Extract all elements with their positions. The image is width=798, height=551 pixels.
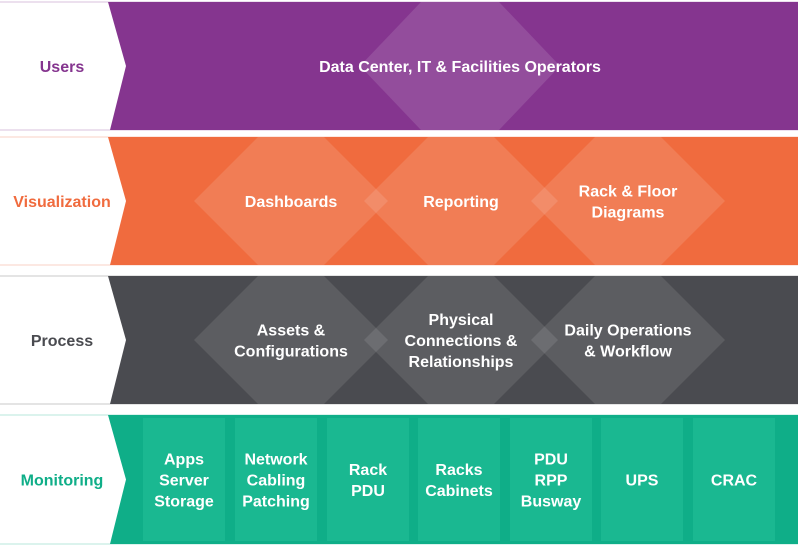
item-line: UPS [626,473,659,490]
row-process: Process Assets & Configurations Physical Con… [0,275,798,405]
diamond-shape [531,276,725,404]
item-line: Busway [521,494,582,511]
row-label: Visualization [13,194,111,211]
item-line: Assets & [257,323,326,340]
item-line: Storage [154,494,214,511]
item-line: Relationships [409,354,514,371]
item-line: PDU [534,452,568,469]
item-line: Configurations [234,344,348,361]
item-visualization-0: Dashboards [245,194,338,211]
item-line: PDU [351,483,385,500]
item-line: RPP [535,473,568,490]
diamond-shape [531,137,725,265]
row-visualization: Visualization Dashboards Reporting Rack & F… [0,136,798,266]
row-label: Monitoring [21,473,104,490]
diamond-shape [194,276,388,404]
item-line: Dashboards [245,194,338,211]
item-monitoring-5: UPS [626,473,659,490]
item-line: Cabling [247,473,306,490]
item-line: Diagrams [592,205,665,222]
item-line: Reporting [423,194,499,211]
item-line: Patching [242,494,310,511]
monitoring-column [327,418,409,541]
item-line: Rack & Floor [579,184,678,201]
item-visualization-1: Reporting [423,194,499,211]
item-line: Apps [164,452,204,469]
item-line: Cabinets [425,483,493,500]
item-line: Rack [349,462,387,479]
item-line: Server [159,473,209,490]
item-line: Connections & [405,333,518,350]
row-label: Users [40,59,85,76]
row-monitoring: Monitoring Apps Server Storage Network Cablin… [0,414,798,545]
item-line: & Workflow [584,344,672,361]
item-users-0: Data Center, IT & Facilities Operators [319,59,601,76]
item-monitoring-6: CRAC [711,473,758,490]
item-line: Daily Operations [564,323,691,340]
item-monitoring-1: Network Cabling Patching [242,452,310,511]
item-line: Racks [435,462,482,479]
item-line: Physical [429,312,494,329]
monitoring-column [418,418,500,541]
item-line: Network [244,452,307,469]
item-line: Data Center, IT & Facilities Operators [319,59,601,76]
layered-architecture-diagram: Users Data Center, IT & Facilities Operat… [0,1,798,545]
item-line: CRAC [711,473,758,490]
row-label: Process [31,333,93,350]
